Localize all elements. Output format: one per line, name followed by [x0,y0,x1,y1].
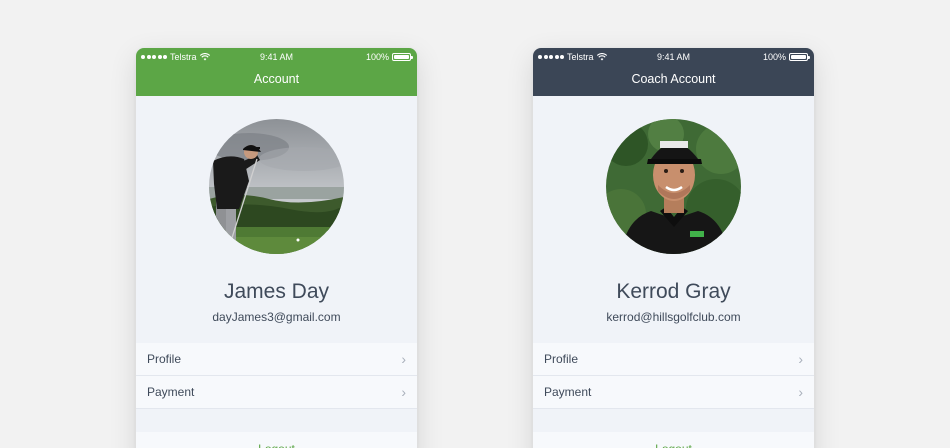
profile-row[interactable]: Profile › [533,343,814,376]
payment-row[interactable]: Payment › [533,376,814,409]
signal-dots-icon [538,54,564,59]
chevron-right-icon: › [401,384,406,400]
status-bar: Telstra 9:41 AM 100% [533,48,814,65]
carrier-label: Telstra [567,51,594,62]
battery-group: 100% [762,51,810,62]
logout-button[interactable]: Logout [533,432,814,448]
user-email: kerrod@hillsgolfclub.com [606,310,741,324]
battery-percent: 100% [365,51,389,62]
battery-percent: 100% [762,51,786,62]
header: Telstra 9:41 AM 100% Account [136,48,417,96]
header: Telstra 9:41 AM 100% Coach Account [533,48,814,96]
page-title: Account [253,72,300,86]
payment-label: Payment [147,385,195,399]
signal-dots-icon [141,54,167,59]
account-screen: Telstra 9:41 AM 100% Account James Day d… [136,48,417,448]
wifi-icon [199,52,210,60]
status-bar: Telstra 9:41 AM 100% [136,48,417,65]
chevron-right-icon: › [401,351,406,367]
user-name: Kerrod Gray [616,280,731,303]
carrier-group: Telstra [141,52,210,62]
profile-row[interactable]: Profile › [136,343,417,376]
chevron-right-icon: › [798,384,803,400]
avatar[interactable] [606,119,741,254]
battery-group: 100% [365,51,413,62]
payment-row[interactable]: Payment › [136,376,417,409]
settings-menu: Profile › Payment › [136,343,417,409]
chevron-right-icon: › [798,351,803,367]
battery-icon [789,52,810,61]
logout-button[interactable]: Logout [136,432,417,448]
profile-label: Profile [147,352,182,366]
carrier-group: Telstra [538,52,607,62]
user-email: dayJames3@gmail.com [212,310,341,324]
avatar[interactable] [209,119,344,254]
profile-label: Profile [544,352,579,366]
settings-menu: Profile › Payment › [533,343,814,409]
user-name: James Day [223,280,330,303]
golfer-photo [209,119,344,254]
carrier-label: Telstra [170,51,197,62]
wifi-icon [596,52,607,60]
payment-label: Payment [544,385,592,399]
coach-photo [606,119,741,254]
page-title: Coach Account [631,72,716,86]
battery-icon [392,52,413,61]
coach-account-screen: Telstra 9:41 AM 100% Coach Account Kerro… [533,48,814,448]
